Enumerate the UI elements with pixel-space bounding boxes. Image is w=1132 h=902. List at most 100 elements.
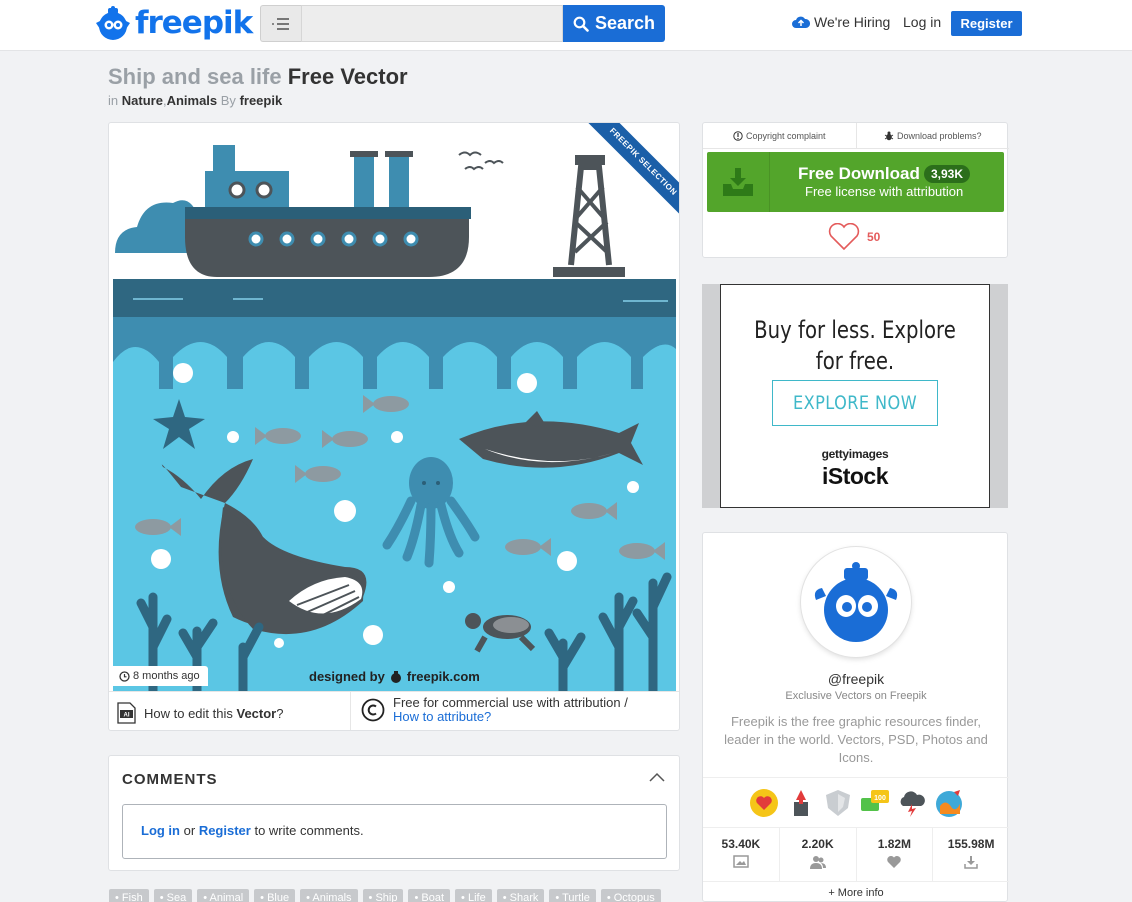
stat-value: 53.40K [721, 837, 761, 851]
freepik-logo[interactable]: freepik [94, 5, 253, 41]
tag-item[interactable]: • Boat [408, 889, 451, 902]
tag-item[interactable]: • Turtle [549, 889, 596, 902]
login-link[interactable]: Log in [903, 14, 941, 30]
breadcrumb-in: in [108, 93, 119, 108]
tag-item[interactable]: • Animals [300, 889, 358, 902]
search-input[interactable] [301, 5, 563, 42]
bug-icon [884, 131, 894, 140]
download-tray-icon [723, 168, 753, 196]
ad-headline-line-1: Buy for less. Explore [754, 316, 956, 344]
comments-suffix: to write comments. [254, 823, 364, 838]
author-profile-card: @freepik Exclusive Vectors on Freepik Fr… [702, 532, 1009, 902]
tag-item[interactable]: • Animal [197, 889, 250, 902]
storm-cloud-badge-icon [900, 790, 925, 817]
menu-icon [271, 17, 289, 30]
hiring-link[interactable]: We're Hiring [792, 14, 890, 30]
comments-100-badge-icon: 100 [860, 789, 889, 811]
author-subtitle: Exclusive Vectors on Freepik [785, 690, 927, 702]
tag-label: Shark [509, 892, 539, 902]
credit-brand: freepik.com [406, 669, 480, 684]
comments-or: or [183, 823, 196, 838]
tag-label: Animal [209, 892, 244, 902]
credit-prefix: designed by [309, 669, 385, 684]
download-icon [964, 856, 978, 869]
stat-resources[interactable]: 53.40K [703, 828, 779, 881]
creative-commons-icon [361, 698, 385, 722]
clock-icon [119, 670, 130, 682]
istock-ad[interactable]: Buy for less. Explore for free. EXPLORE … [720, 284, 990, 508]
comments-title: COMMENTS [122, 771, 218, 788]
comments-login-box: Log in or Register to write comments. [122, 804, 667, 859]
search-button-label: Search [594, 13, 656, 33]
tag-label: Sea [166, 892, 187, 902]
designer-credit: designed by freepik.com [309, 669, 480, 684]
more-info-link[interactable]: + More info [703, 881, 1009, 902]
time-ago: 8 months ago [113, 666, 208, 686]
copyright-complaint-link[interactable]: Copyright complaint [703, 123, 856, 148]
tag-label: Boat [421, 892, 445, 902]
info-icon [733, 130, 743, 141]
breadcrumb: in Nature,Animals By freepik [108, 93, 282, 108]
shield-badge-icon [825, 789, 850, 816]
ad-headline: Buy for less. Explore for free. [745, 315, 965, 377]
tag-item[interactable]: • Ship [362, 889, 404, 902]
search-button[interactable]: Search [563, 5, 665, 42]
download-links: Copyright complaint Download problems? [703, 123, 1009, 149]
tag-item[interactable]: • Life [455, 889, 492, 902]
license-info: Free for commercial use with attribution… [361, 696, 628, 724]
author-handle[interactable]: @freepik [703, 671, 1009, 687]
chevron-up-icon[interactable] [649, 772, 665, 782]
time-ago-label: 8 months ago [133, 670, 200, 682]
comments-login-link[interactable]: Log in [141, 823, 180, 838]
explore-now-button[interactable]: EXPLORE NOW [772, 380, 938, 426]
edit-info-prefix: How to edit this [144, 705, 233, 721]
author-avatar[interactable] [801, 547, 911, 657]
download-problems-label: Download problems? [896, 130, 982, 141]
like-button[interactable]: 50 [827, 223, 880, 251]
free-download-button[interactable]: Free Download 3,93K Free license with at… [707, 152, 1004, 212]
stat-downloads[interactable]: 155.98M [932, 828, 1009, 881]
download-icon-box [707, 152, 770, 212]
download-problems-link[interactable]: Download problems? [855, 123, 1010, 148]
register-button[interactable]: Register [951, 11, 1022, 36]
ad-headline-line-2: for free. [815, 347, 895, 375]
license-text: Free for commercial use with attribution… [393, 696, 628, 724]
followers-icon [809, 856, 826, 869]
tag-item[interactable]: • Shark [496, 889, 545, 902]
globe-rocket-badge-icon [935, 789, 962, 817]
download-card: Copyright complaint Download problems? F… [702, 122, 1009, 258]
copyright-complaint-label: Copyright complaint [745, 130, 826, 141]
ribbon-label: FREEPIK SELECTION [578, 123, 679, 227]
stat-value: 1.82M [877, 837, 912, 851]
how-to-attribute-link[interactable]: How to attribute? [393, 710, 628, 724]
image-card-footer: AI How to edit this Vector? Free for com… [109, 691, 679, 730]
edit-info-type: Vector [236, 705, 277, 721]
title-name: Ship and sea life [108, 64, 282, 89]
stat-likes[interactable]: 1.82M [855, 828, 933, 881]
tag-item[interactable]: • Octopus [600, 889, 661, 902]
tag-list: • Fish • Sea • Animal • Blue • Animals •… [109, 889, 661, 902]
breadcrumb-by: By [220, 93, 236, 108]
footer-divider [350, 692, 351, 730]
hiring-label: We're Hiring [814, 14, 891, 30]
header: freepik Search We're Hiring Log in Regis… [0, 0, 1132, 51]
like-count: 50 [867, 230, 881, 244]
tag-label: Animals [312, 892, 352, 902]
search-menu-button[interactable] [260, 5, 302, 42]
stat-followers[interactable]: 2.20K [778, 828, 856, 881]
comments-register-link[interactable]: Register [199, 823, 251, 838]
tag-item[interactable]: • Fish [109, 889, 149, 902]
logo-text: freepik [135, 5, 253, 41]
stat-value: 155.98M [947, 837, 995, 851]
tag-item[interactable]: • Sea [153, 889, 193, 902]
category-link-nature[interactable]: Nature [122, 93, 163, 108]
tag-label: Fish [121, 892, 143, 902]
author-badges: 100 [703, 777, 1009, 827]
edit-info-link[interactable]: AI How to edit this Vector? [117, 702, 283, 724]
category-link-animals[interactable]: Animals [167, 93, 218, 108]
tag-item[interactable]: • Blue [254, 889, 296, 902]
istock-logo-text: iStock [821, 463, 889, 489]
tag-label: Octopus [613, 892, 655, 902]
author-link[interactable]: freepik [240, 93, 283, 108]
search-icon [573, 16, 589, 32]
